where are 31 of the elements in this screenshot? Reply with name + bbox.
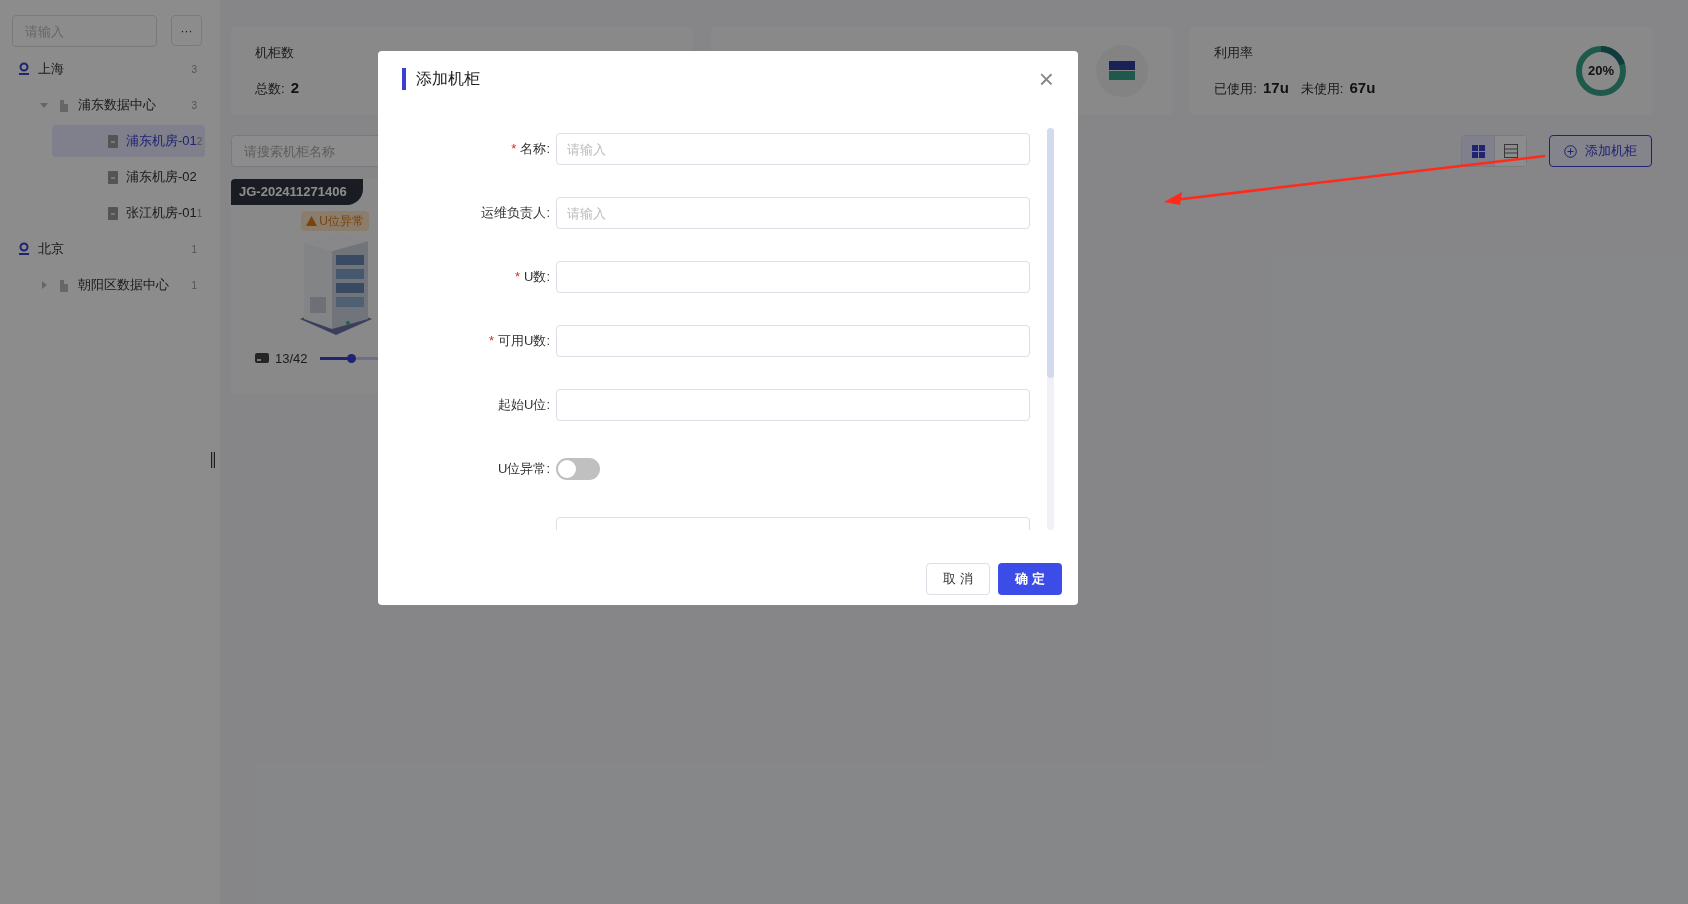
- required-mark: *: [514, 268, 520, 287]
- tree-label: 浦东数据中心: [78, 96, 157, 115]
- field-label: 运维负责人:: [481, 204, 550, 223]
- stat-value: 17u: [1262, 77, 1289, 98]
- tree-label: 浦东机房-02: [126, 168, 197, 187]
- tree-label: 上海: [38, 60, 65, 79]
- tree-label: 朝阳区数据中心: [78, 276, 170, 295]
- field-label: 起始U位:: [498, 396, 550, 415]
- stat-title: 机柜数: [255, 44, 295, 62]
- stat-label: 未使用:: [1300, 79, 1344, 98]
- usage-count: 13/42: [275, 349, 308, 368]
- cabinet-name: JG-202411271406: [231, 179, 363, 205]
- required-mark: *: [511, 140, 517, 159]
- field-label: 名称:: [520, 140, 550, 159]
- field-label: U位异常:: [498, 460, 550, 479]
- stat-label: 已使用:: [1214, 79, 1257, 98]
- dialog-title: 添加机柜: [416, 68, 481, 89]
- stat-label: 总数:: [255, 79, 285, 98]
- count-label: 3: [191, 98, 197, 113]
- tree-label: 张江机房-01: [126, 204, 197, 223]
- count-label: 3: [191, 62, 197, 77]
- stat-value: 2: [290, 77, 299, 98]
- stat-title: 利用率: [1214, 44, 1255, 62]
- usage-percent: 20%: [1587, 62, 1616, 81]
- stat-value: 67u: [1349, 77, 1376, 98]
- field-label: 可用U数:: [498, 332, 550, 351]
- required-mark: *: [488, 332, 494, 351]
- warning-badge: U位异常: [301, 210, 369, 231]
- field-label: U数:: [524, 268, 550, 287]
- tree-label: 北京: [38, 240, 65, 259]
- tree-label: 浦东机房-01: [126, 132, 197, 151]
